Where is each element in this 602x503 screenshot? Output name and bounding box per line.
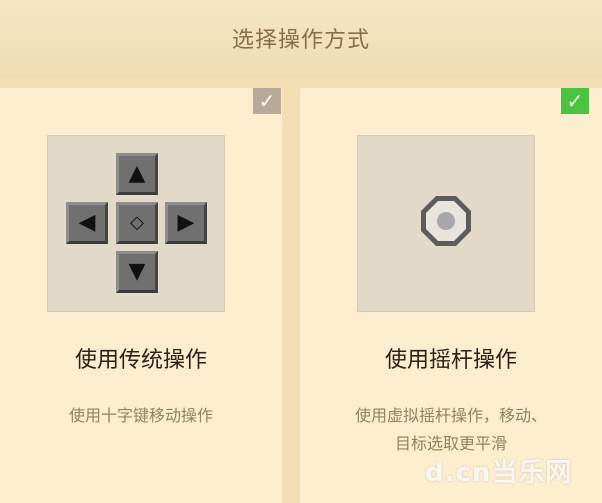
dpad-center-icon: ◇ [116,202,158,244]
joystick-knob [437,212,455,230]
page-title: 选择操作方式 [231,28,370,53]
watermark: d.cn当乐网 [425,458,573,488]
dpad-left-icon: ◀ [66,202,108,244]
dpad-right-icon: ▶ [165,202,207,244]
option-desc-joystick-line1: 使用虚拟摇杆操作，移动、 [354,406,547,425]
dpad-down-icon: ▼ [116,251,158,293]
check-icon[interactable]: ✓ [561,88,589,114]
dpad-up-icon: ▲ [116,153,158,195]
option-title-traditional: 使用传统操作 [74,348,207,373]
option-title-joystick: 使用摇杆操作 [384,348,517,373]
option-desc-traditional: 使用十字键移动操作 [68,406,213,425]
check-icon[interactable]: ✓ [253,88,281,114]
